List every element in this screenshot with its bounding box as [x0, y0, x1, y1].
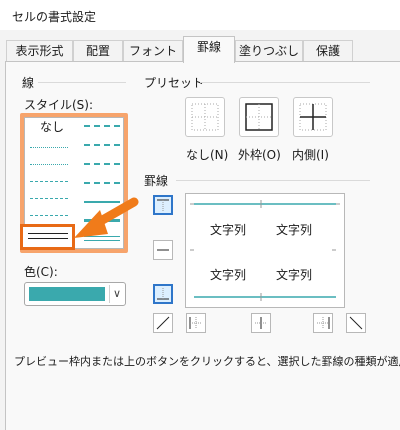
- tab-border[interactable]: 罫線: [183, 36, 235, 63]
- border-none-icon: [191, 103, 219, 131]
- line-style-dash-dot[interactable]: [30, 198, 68, 199]
- line-group-separator: [38, 82, 126, 83]
- color-swatch: [29, 287, 105, 301]
- border-left-icon: [189, 317, 202, 329]
- border-outline-icon: [245, 103, 273, 131]
- diagonal-up-icon: [156, 316, 170, 330]
- line-group-title: 線: [22, 76, 35, 90]
- tab-fill[interactable]: 塗りつぶし: [235, 40, 303, 62]
- line-style-slant-dash-dot[interactable]: [84, 144, 120, 146]
- tab-number-format[interactable]: 表示形式: [6, 40, 73, 62]
- line-style-hair[interactable]: [30, 147, 68, 148]
- line-style-dash-dot-dot[interactable]: [30, 181, 68, 182]
- preset-inside-button[interactable]: [293, 97, 333, 137]
- diagonal-down-icon: [349, 316, 363, 330]
- border-inside-horizontal-icon: [157, 249, 169, 251]
- border-bottom-button[interactable]: [153, 284, 173, 304]
- border-diagonal-down-button[interactable]: [346, 313, 366, 333]
- preview-text-bottom-right: 文字列: [276, 268, 313, 282]
- color-label: 色(C):: [24, 265, 58, 279]
- border-bottom-icon: [157, 288, 169, 300]
- preset-inside-label: 内側(I): [292, 148, 329, 162]
- border-diagonal-up-button[interactable]: [153, 313, 173, 333]
- preset-none-label: なし(N): [186, 148, 229, 162]
- preview-text-bottom-left: 文字列: [210, 268, 247, 282]
- line-style-dashed[interactable]: [30, 215, 68, 216]
- border-left-button[interactable]: [186, 313, 206, 333]
- presets-title: プリセット: [144, 76, 205, 90]
- preset-outline-label: 外枠(O): [238, 148, 281, 162]
- tab-font[interactable]: フォント: [123, 40, 183, 62]
- presets-separator: [200, 82, 370, 83]
- tab-protection[interactable]: 保護: [303, 40, 353, 62]
- preview-text-top-left: 文字列: [210, 223, 247, 237]
- orange-arrow-icon: [74, 197, 139, 238]
- preset-outline-button[interactable]: [239, 97, 279, 137]
- tab-strip: 表示形式 配置 フォント 罫線 塗りつぶし 保護: [0, 36, 400, 63]
- border-inside-horizontal-button[interactable]: [153, 240, 173, 260]
- border-preview[interactable]: 文字列 文字列 文字列 文字列: [185, 193, 345, 308]
- preview-text-top-right: 文字列: [276, 223, 313, 237]
- preset-none-button[interactable]: [185, 97, 225, 137]
- color-dropdown-divider: [109, 285, 110, 303]
- help-text: プレビュー枠内または上のボタンをクリックすると、選択した罫線の種類が適用されます…: [14, 355, 400, 368]
- title-bar: セルの書式設定: [0, 0, 400, 30]
- border-top-icon: [157, 199, 169, 211]
- border-right-icon: [317, 317, 330, 329]
- line-style-medium-dash-dot[interactable]: [84, 163, 120, 165]
- border-inside-icon: [299, 103, 327, 131]
- line-style-dotted[interactable]: [30, 164, 68, 165]
- line-style-double: [28, 233, 68, 239]
- border-inside-vertical-button[interactable]: [251, 313, 271, 333]
- line-style-none[interactable]: なし: [40, 118, 64, 135]
- line-style-medium-dashed[interactable]: [84, 182, 120, 184]
- color-dropdown[interactable]: ∨: [24, 282, 126, 306]
- chevron-down-icon[interactable]: ∨: [113, 287, 121, 300]
- tab-alignment[interactable]: 配置: [73, 40, 123, 62]
- border-right-button[interactable]: [313, 313, 333, 333]
- style-label: スタイル(S):: [24, 98, 94, 112]
- border-group-separator: [176, 180, 370, 181]
- border-top-button[interactable]: [153, 195, 173, 215]
- line-style-medium-dash-dot-dot[interactable]: [84, 125, 120, 127]
- border-group-title: 罫線: [144, 174, 169, 188]
- preview-lines: [190, 200, 340, 301]
- window-title: セルの書式設定: [12, 10, 97, 24]
- border-inside-vertical-icon: [255, 317, 267, 329]
